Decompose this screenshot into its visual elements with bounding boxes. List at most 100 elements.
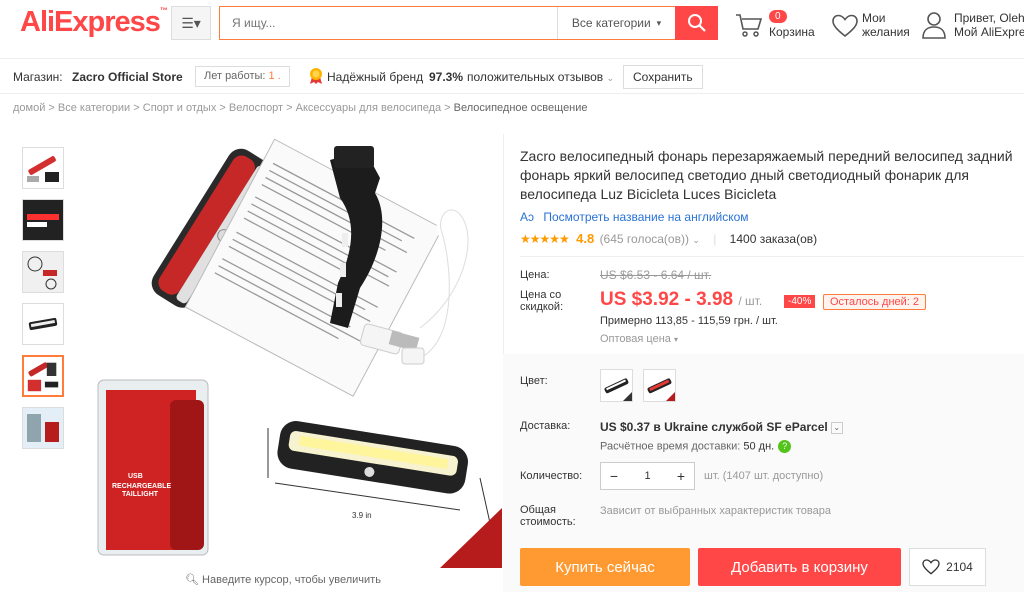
positive-feedback-label: положительных отзывов xyxy=(467,70,604,84)
search-input[interactable] xyxy=(220,7,557,39)
wishlist-link[interactable]: Мои желания xyxy=(832,10,922,40)
aliexpress-logo[interactable]: AliExpress™ xyxy=(20,6,168,39)
quantity-decrease-button[interactable]: − xyxy=(601,463,627,489)
buy-now-button[interactable]: Купить сейчас xyxy=(520,548,690,586)
translate-title-link[interactable]: Aↄ Посмотреть название на английском xyxy=(520,210,749,224)
shop-name-link[interactable]: Zacro Official Store xyxy=(72,70,183,84)
thumbnail-5[interactable] xyxy=(22,355,64,397)
thumbnail-3[interactable] xyxy=(22,251,64,293)
quantity-stepper: − 1 + xyxy=(600,462,695,490)
total-cost-label-line2: стоимость: xyxy=(520,516,576,528)
svg-text:3.9 in: 3.9 in xyxy=(352,511,372,520)
total-cost-label: Общая стоимость: xyxy=(520,504,576,528)
save-store-button[interactable]: Сохранить xyxy=(623,65,703,89)
shipping-method-value: US $0.37 в Ukraine службой SF eParcel xyxy=(600,420,828,434)
orders-count: 1400 заказа(ов) xyxy=(729,232,818,246)
positive-feedback-dropdown[interactable]: положительных отзывов ⌄ xyxy=(467,70,614,84)
swatch-image xyxy=(604,378,632,401)
color-label: Цвет: xyxy=(520,375,548,387)
product-title: Zacro велосипедный фонарь перезаряжаемый… xyxy=(520,148,1013,202)
logo-text: AliExpress xyxy=(20,6,161,38)
site-header: AliExpress™ ☰▾ Все категории ▾ 0 Корзина… xyxy=(0,0,1024,55)
stock-available: шт. (1407 шт. доступно) xyxy=(704,470,824,482)
chevron-down-icon: ▾ xyxy=(656,17,662,28)
thumbnail-4[interactable] xyxy=(22,303,64,345)
positive-feedback-percent: 97.3% xyxy=(429,70,464,84)
price-label: Цена: xyxy=(520,269,550,281)
breadcrumb: домой > Все категории > Спорт и отдых > … xyxy=(13,102,588,114)
cart-link[interactable]: 0 Корзина xyxy=(735,10,825,40)
shipping-method-select[interactable]: US $0.37 в Ukraine службой SF eParcel ⌄ xyxy=(600,420,843,434)
breadcrumb-all-categories[interactable]: Все категории xyxy=(58,102,130,114)
trusted-brand-medal-icon xyxy=(310,68,322,84)
user-icon xyxy=(922,12,946,39)
chevron-down-icon: ⌄ xyxy=(830,421,843,434)
rating-votes-link[interactable]: (645 голоса(ов)) ⌄ xyxy=(600,232,700,246)
rating-value: 4.8 xyxy=(576,231,595,246)
quantity-increase-button[interactable]: + xyxy=(668,463,694,489)
breadcrumb-bike-lights[interactable]: Велосипедное освещение xyxy=(454,102,588,114)
heart-icon xyxy=(922,559,940,575)
thumbnail-image xyxy=(27,362,59,392)
color-swatch-white[interactable] xyxy=(600,369,633,402)
account-my-aliexpress: Мой AliExpress xyxy=(954,25,1024,39)
years-value: 1 . xyxy=(268,70,281,82)
quantity-label: Количество: xyxy=(520,470,583,482)
thumbnail-image xyxy=(27,156,59,182)
zoom-hint: 🔍︎ Наведите курсор, чтобы увеличить xyxy=(185,573,381,586)
discount-price-label-line2: скидкой: xyxy=(520,301,564,313)
thumbnail-image xyxy=(23,304,63,344)
discount-price-label: Цена со скидкой: xyxy=(520,289,563,313)
wholesale-price-toggle[interactable]: Оптовая цена ▾ xyxy=(600,333,678,345)
total-cost-label-line1: Общая xyxy=(520,504,556,516)
rating-stars-icon: ★★★★★ xyxy=(520,232,570,246)
search-button[interactable] xyxy=(675,6,718,40)
cart-icon xyxy=(736,14,763,37)
thumbnail-image xyxy=(23,200,63,240)
cart-count-badge: 0 xyxy=(769,10,787,23)
approx-local-price: Примерно 113,85 - 115,59 грн. / шт. xyxy=(600,315,778,327)
breadcrumb-bike-accessories[interactable]: Аксессуары для велосипеда xyxy=(296,102,441,114)
thumbnail-1[interactable] xyxy=(22,147,64,189)
rating-row: ★★★★★ 4.8 (645 голоса(ов)) ⌄ | 1400 зака… xyxy=(520,231,818,246)
thumbnail-6[interactable] xyxy=(22,407,64,449)
help-icon[interactable]: ? xyxy=(778,440,792,453)
product-main-image[interactable]: USB RECHARGEABLE TAILLIGHT 3.9 in xyxy=(90,138,502,568)
breadcrumb-cycling[interactable]: Велоспорт xyxy=(229,102,283,114)
thumbnail-2[interactable] xyxy=(22,199,64,241)
shop-label: Магазин: xyxy=(13,70,63,84)
years-label: Лет работы: xyxy=(204,70,266,82)
product-photo: USB RECHARGEABLETAILLIGHT 3.9 in xyxy=(97,138,502,568)
wishlist-line2: желания xyxy=(862,25,910,39)
heart-icon xyxy=(832,14,858,38)
category-select[interactable]: Все категории ▾ xyxy=(557,7,675,39)
quantity-input[interactable]: 1 xyxy=(627,463,668,489)
delivery-time-label: Расчётное время доставки: xyxy=(600,440,741,453)
thumbnail-image xyxy=(23,408,63,448)
price-unit: / шт. xyxy=(738,294,763,308)
wholesale-price-label: Оптовая цена xyxy=(600,333,671,345)
wishlist-count: 2104 xyxy=(946,560,973,574)
color-swatch-red[interactable] xyxy=(643,369,676,402)
discount-price-label-line1: Цена со xyxy=(520,289,562,301)
swatch-image xyxy=(647,378,675,401)
total-cost-value: Зависит от выбранных характеристик товар… xyxy=(600,505,831,517)
chevron-down-icon: ▾ xyxy=(673,335,678,344)
category-select-label: Все категории xyxy=(571,16,651,30)
breadcrumb-sport[interactable]: Спорт и отдых xyxy=(143,102,217,114)
hamburger-icon: ☰▾ xyxy=(181,14,201,31)
search-bar: Все категории ▾ xyxy=(219,6,675,40)
svg-text:USB: USB xyxy=(128,473,143,480)
categories-menu-button[interactable]: ☰▾ xyxy=(171,6,211,40)
magnifier-icon: 🔍︎ xyxy=(185,574,199,586)
zoom-hint-text: Наведите курсор, чтобы увеличить xyxy=(202,574,381,586)
account-link[interactable]: Привет, OlehМой AliExpress xyxy=(922,10,1024,40)
add-to-cart-button[interactable]: Добавить в корзину xyxy=(698,548,901,586)
divider xyxy=(520,256,1024,257)
discount-badge: -40% xyxy=(784,295,816,308)
add-to-wishlist-button[interactable]: 2104 xyxy=(909,548,986,586)
svg-text:RECHARGEABLE: RECHARGEABLE xyxy=(112,483,171,490)
translate-icon: Aↄ xyxy=(520,210,535,224)
breadcrumb-home[interactable]: домой xyxy=(13,102,45,114)
delivery-label: Доставка: xyxy=(520,420,571,432)
